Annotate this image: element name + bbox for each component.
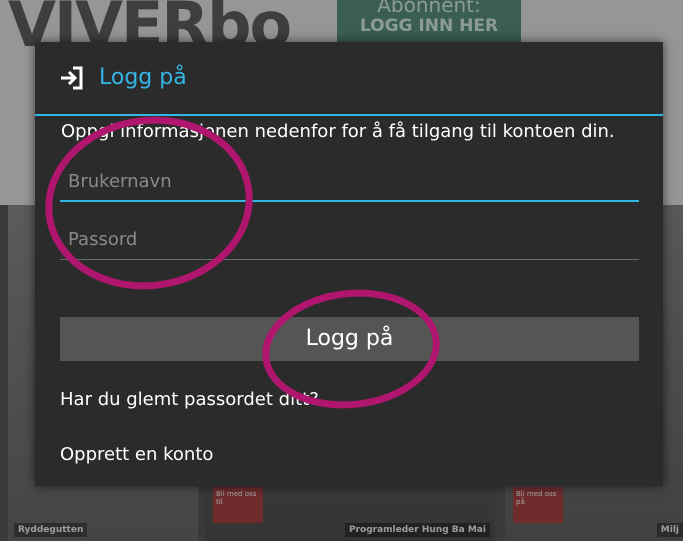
forgot-password-link[interactable]: Har du glemt passordet ditt? [60, 388, 319, 412]
login-dialog: Logg på Oppgi informasjonen nedenfor for… [35, 42, 663, 486]
login-button[interactable]: Logg på [60, 317, 639, 361]
instructions-text: Oppgi informasjonen nedenfor for å få ti… [61, 121, 615, 142]
dialog-header: Logg på [35, 42, 663, 116]
username-input[interactable] [60, 162, 639, 202]
dialog-title: Logg på [99, 65, 187, 90]
password-input[interactable] [60, 220, 639, 260]
screen: VIVERbo Abonnent: LOGG INN HER Ryddegutt… [0, 0, 683, 541]
create-account-link[interactable]: Opprett en konto [60, 443, 213, 467]
login-arrow-icon [61, 66, 83, 90]
